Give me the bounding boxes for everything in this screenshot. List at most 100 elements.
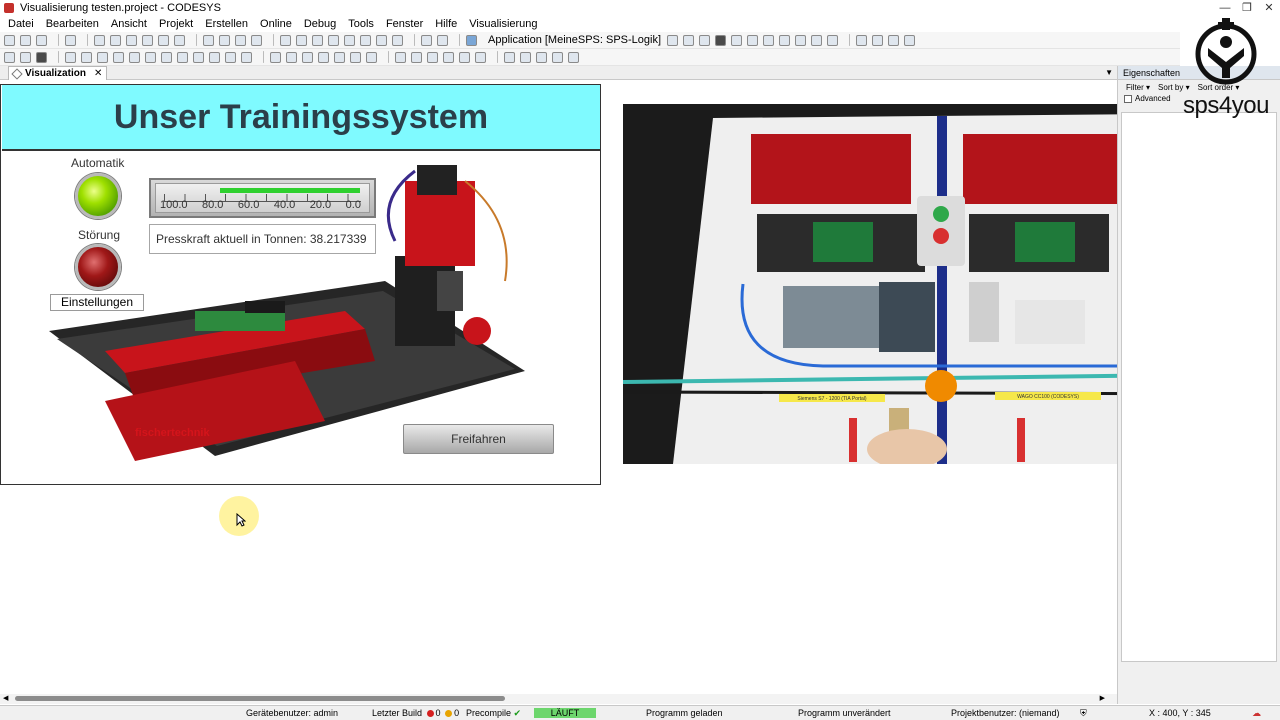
menu-bearbeiten[interactable]: Bearbeiten bbox=[46, 18, 99, 30]
find-next-icon[interactable] bbox=[235, 34, 246, 46]
align-bottom-icon[interactable] bbox=[209, 51, 220, 63]
bookmark-clear-icon[interactable] bbox=[328, 34, 339, 46]
scroll-right-icon[interactable]: ▶ bbox=[1100, 694, 1105, 702]
copy-icon[interactable] bbox=[142, 34, 153, 46]
move-left-icon[interactable] bbox=[536, 51, 547, 63]
ungroup-icon[interactable] bbox=[411, 51, 422, 63]
start-icon[interactable] bbox=[699, 34, 711, 46]
advanced-checkbox[interactable] bbox=[1124, 94, 1132, 103]
maximize-icon[interactable]: ❐ bbox=[1236, 0, 1258, 16]
monitor-icon[interactable] bbox=[904, 34, 916, 46]
spacing-vertical-icon[interactable] bbox=[366, 51, 377, 63]
unforce-values-icon[interactable] bbox=[888, 34, 900, 46]
scrollbar-thumb[interactable] bbox=[15, 696, 505, 701]
find-icon[interactable] bbox=[203, 34, 214, 46]
align-center-vertical-icon[interactable] bbox=[241, 51, 252, 63]
breakpoint-icon[interactable] bbox=[747, 34, 759, 46]
grid-icon[interactable] bbox=[568, 51, 579, 63]
bookmark-previous-icon[interactable] bbox=[312, 34, 323, 46]
security-shield-icon[interactable]: ⛨ bbox=[1080, 708, 1087, 719]
align-left-icon[interactable] bbox=[161, 51, 172, 63]
visu-ellipse-icon[interactable] bbox=[97, 51, 108, 63]
logout-icon[interactable] bbox=[683, 34, 695, 46]
menu-erstellen[interactable]: Erstellen bbox=[205, 18, 248, 30]
send-to-back-icon[interactable] bbox=[443, 51, 454, 63]
align-right-icon[interactable] bbox=[177, 51, 188, 63]
group-icon[interactable] bbox=[395, 51, 406, 63]
new-file-icon[interactable] bbox=[4, 34, 15, 46]
paste-icon[interactable] bbox=[158, 34, 169, 46]
save-icon[interactable] bbox=[36, 34, 47, 46]
menu-projekt[interactable]: Projekt bbox=[159, 18, 193, 30]
settings-button[interactable]: Einstellungen bbox=[50, 294, 144, 311]
clean-icon[interactable] bbox=[376, 34, 387, 46]
cut-icon[interactable] bbox=[126, 34, 137, 46]
run-to-cursor-icon[interactable] bbox=[811, 34, 823, 46]
visu-image-icon[interactable] bbox=[36, 51, 47, 63]
menu-hilfe[interactable]: Hilfe bbox=[435, 18, 457, 30]
visualization-icon[interactable] bbox=[466, 34, 477, 46]
menu-debug[interactable]: Debug bbox=[304, 18, 336, 30]
close-icon[interactable]: ✕ bbox=[1258, 0, 1280, 16]
login-icon[interactable] bbox=[667, 34, 679, 46]
redo-icon[interactable] bbox=[110, 34, 121, 46]
cloud-icon[interactable]: ☁ bbox=[1252, 708, 1261, 719]
tab-visualization[interactable]: Visualization ✕ bbox=[8, 66, 108, 80]
force-values-icon[interactable] bbox=[872, 34, 884, 46]
distribute-vertical-icon[interactable] bbox=[334, 51, 345, 63]
close-tab-icon[interactable]: ✕ bbox=[94, 68, 102, 79]
open-folder-icon[interactable] bbox=[20, 34, 31, 46]
bring-to-front-icon[interactable] bbox=[427, 51, 438, 63]
visu-lamp-icon[interactable] bbox=[145, 51, 156, 63]
menu-datei[interactable]: Datei bbox=[8, 18, 34, 30]
horizontal-scrollbar[interactable]: ◀ ▶ bbox=[0, 694, 1117, 704]
make-same-width-icon[interactable] bbox=[270, 51, 281, 63]
scroll-left-icon[interactable]: ◀ bbox=[3, 694, 8, 702]
visu-line-icon[interactable] bbox=[65, 51, 76, 63]
minimize-icon[interactable]: — bbox=[1214, 0, 1236, 16]
visu-select-icon[interactable] bbox=[4, 51, 15, 63]
tab-list-dropdown-icon[interactable]: ▼ bbox=[1105, 68, 1113, 77]
make-same-height-icon[interactable] bbox=[286, 51, 297, 63]
active-application[interactable]: Application [MeineSPS: SPS-Logik] bbox=[488, 34, 661, 46]
move-down-icon[interactable] bbox=[520, 51, 531, 63]
rebuild-icon[interactable] bbox=[360, 34, 371, 46]
distribute-horizontal-icon[interactable] bbox=[318, 51, 329, 63]
set-next-statement-icon[interactable] bbox=[827, 34, 839, 46]
align-center-horizontal-icon[interactable] bbox=[225, 51, 236, 63]
bring-forward-icon[interactable] bbox=[459, 51, 470, 63]
undo-icon[interactable] bbox=[94, 34, 105, 46]
bookmark-icon[interactable] bbox=[280, 34, 291, 46]
compare-icon[interactable] bbox=[437, 34, 448, 46]
visu-text-icon[interactable] bbox=[113, 51, 124, 63]
step-over-icon[interactable] bbox=[763, 34, 775, 46]
find-previous-icon[interactable] bbox=[251, 34, 262, 46]
move-right-icon[interactable] bbox=[552, 51, 563, 63]
bookmark-next-icon[interactable] bbox=[296, 34, 307, 46]
make-same-size-icon[interactable] bbox=[302, 51, 313, 63]
filter-button[interactable]: Filter ▾ bbox=[1126, 83, 1150, 92]
freifahren-button[interactable]: Freifahren bbox=[403, 424, 554, 454]
menu-tools[interactable]: Tools bbox=[348, 18, 374, 30]
generate-code-icon[interactable] bbox=[392, 34, 403, 46]
align-top-icon[interactable] bbox=[193, 51, 204, 63]
find-replace-icon[interactable] bbox=[219, 34, 230, 46]
stop-icon[interactable] bbox=[715, 34, 727, 46]
step-out-icon[interactable] bbox=[795, 34, 807, 46]
visu-polygon-icon[interactable] bbox=[81, 51, 92, 63]
send-backward-icon[interactable] bbox=[475, 51, 486, 63]
move-up-icon[interactable] bbox=[504, 51, 515, 63]
visu-button-icon[interactable] bbox=[129, 51, 140, 63]
reset-icon[interactable] bbox=[731, 34, 743, 46]
step-into-icon[interactable] bbox=[779, 34, 791, 46]
menu-visualisierung[interactable]: Visualisierung bbox=[469, 18, 537, 30]
print-icon[interactable] bbox=[65, 34, 76, 46]
write-values-icon[interactable] bbox=[856, 34, 868, 46]
menu-ansicht[interactable]: Ansicht bbox=[111, 18, 147, 30]
visu-rectangle-icon[interactable] bbox=[20, 51, 31, 63]
project-settings-icon[interactable] bbox=[421, 34, 432, 46]
menu-fenster[interactable]: Fenster bbox=[386, 18, 423, 30]
delete-icon[interactable] bbox=[174, 34, 185, 46]
spacing-horizontal-icon[interactable] bbox=[350, 51, 361, 63]
build-icon[interactable] bbox=[344, 34, 355, 46]
